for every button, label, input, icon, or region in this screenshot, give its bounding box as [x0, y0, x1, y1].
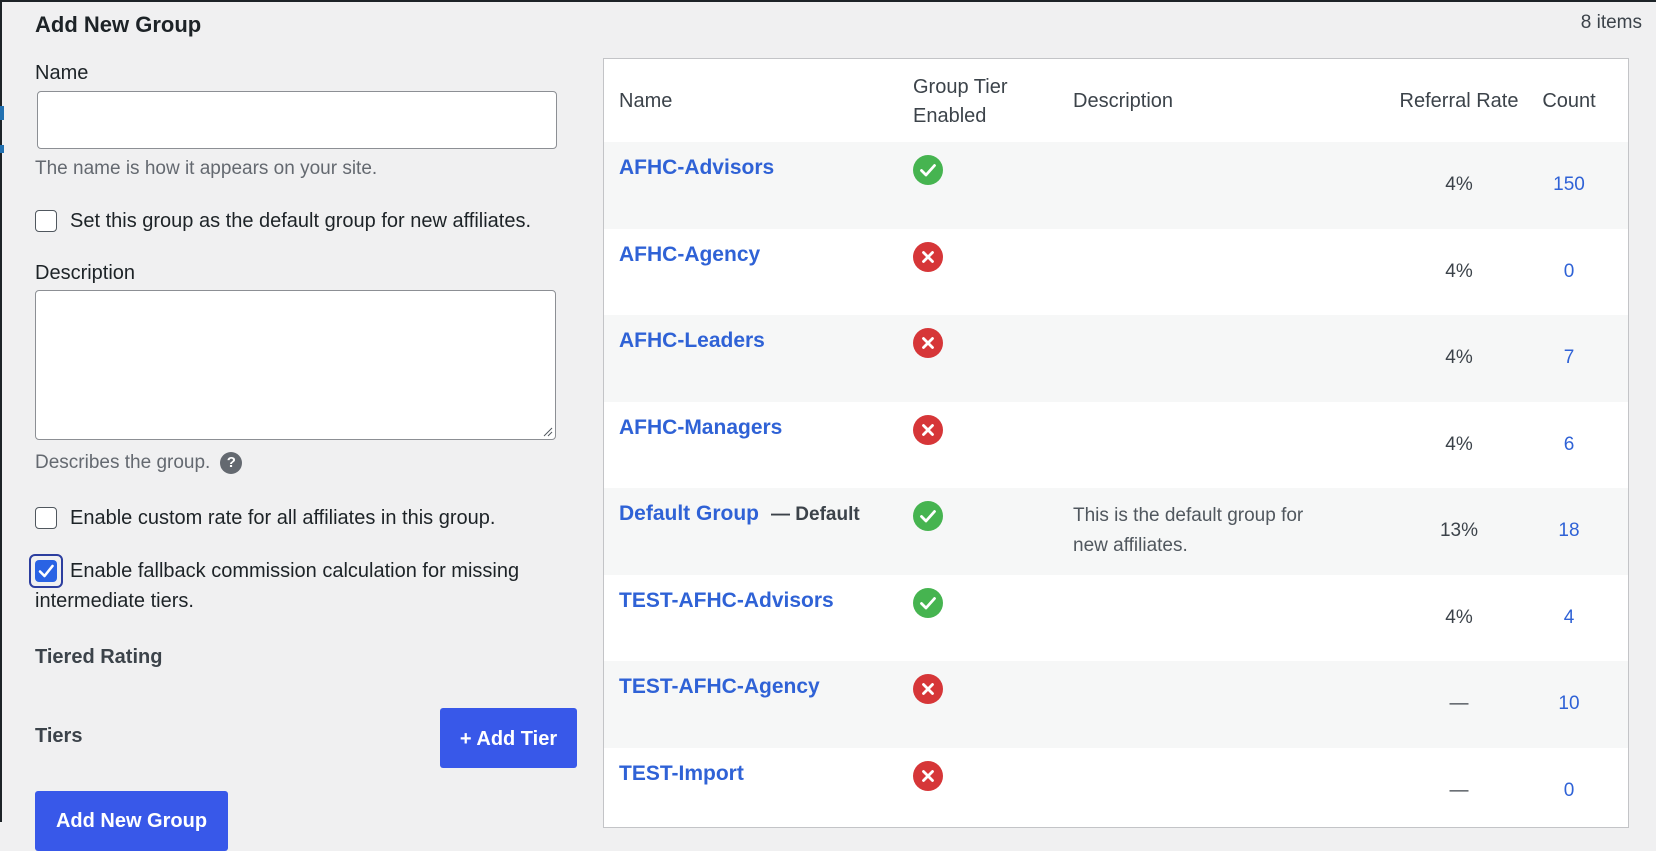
referral-rate: 4%: [1445, 347, 1473, 368]
name-input[interactable]: [37, 91, 557, 149]
custom-rate-option[interactable]: Enable custom rate for all affiliates in…: [35, 503, 495, 533]
table-row: TEST-Import — 0: [604, 748, 1628, 828]
description-textarea[interactable]: [35, 290, 556, 440]
group-name-link: AFHC-Leaders: [619, 329, 765, 353]
tiered-rating-heading: Tiered Rating: [35, 646, 163, 668]
description-help: Describes the group.?: [35, 452, 243, 474]
form-title: Add New Group: [35, 12, 202, 37]
affiliate-count-link[interactable]: 7: [1509, 347, 1628, 369]
items-count: 8 items: [1580, 12, 1642, 33]
group-name-text[interactable]: AFHC-Managers: [619, 416, 782, 439]
group-description: This is the default group for new affili…: [1073, 505, 1304, 556]
edge-marker: [0, 106, 4, 120]
group-name-link: AFHC-Agency: [619, 243, 760, 267]
check-circle-icon: [913, 587, 943, 618]
description-label: Description: [35, 262, 136, 284]
fallback-label: Enable fallback commission calculation f…: [35, 560, 520, 612]
x-circle-icon: [913, 241, 943, 272]
x-circle-icon: [913, 674, 943, 704]
x-circle-icon: [913, 760, 943, 791]
table-row: AFHC-Leaders 4% 7: [604, 315, 1628, 402]
table-row: TEST-AFHC-Advisors 4% 4: [604, 575, 1628, 662]
groups-table: Name Group Tier Enabled Description Refe…: [603, 58, 1629, 828]
referral-rate: 13%: [1439, 520, 1479, 541]
affiliate-count-link[interactable]: 0: [1509, 780, 1628, 802]
tiers-label: Tiers: [35, 725, 83, 747]
referral-rate: 4%: [1445, 606, 1473, 628]
table-row: AFHC-Managers 4% 6: [604, 402, 1628, 489]
add-tier-button[interactable]: + Add Tier: [440, 708, 577, 768]
custom-rate-label: Enable custom rate for all affiliates in…: [70, 507, 496, 529]
table-row: AFHC-Advisors 4% 150: [604, 142, 1628, 229]
column-header-description[interactable]: Description: [1073, 87, 1173, 116]
name-label: Name: [35, 62, 89, 84]
affiliate-count-link[interactable]: 4: [1509, 607, 1628, 629]
default-group-option[interactable]: Set this group as the default group for …: [35, 206, 531, 236]
group-name-text[interactable]: TEST-AFHC-Agency: [619, 675, 820, 698]
name-help-text: The name is how it appears on your site.: [35, 158, 378, 179]
group-name-link: AFHC-Managers: [619, 416, 782, 440]
group-name-link: Default Group — Default: [619, 502, 860, 526]
group-name-text[interactable]: AFHC-Agency: [619, 243, 760, 266]
referral-rate: —: [1449, 779, 1469, 801]
resize-handle-icon[interactable]: [543, 427, 553, 437]
x-circle-icon: [913, 328, 943, 358]
referral-rate: 4%: [1445, 174, 1473, 195]
default-tag: — Default: [771, 504, 860, 525]
column-header-tier-enabled[interactable]: Group Tier Enabled: [913, 73, 1033, 131]
description-help-text: Describes the group.: [35, 452, 211, 474]
column-header-count[interactable]: Count: [1509, 87, 1628, 116]
group-name-link: TEST-AFHC-Agency: [619, 675, 820, 699]
x-circle-icon: [913, 414, 943, 445]
group-name-text[interactable]: TEST-AFHC-Advisors: [619, 589, 834, 612]
affiliate-count-link[interactable]: 10: [1509, 693, 1628, 715]
window-left-edge: [0, 0, 2, 822]
referral-rate: 4%: [1445, 433, 1473, 455]
check-circle-icon: [913, 501, 943, 531]
add-new-group-button[interactable]: Add New Group: [35, 791, 228, 851]
column-header-name[interactable]: Name: [619, 87, 672, 116]
group-name-text[interactable]: AFHC-Leaders: [619, 329, 765, 352]
table-row: TEST-AFHC-Agency — 10: [604, 661, 1628, 748]
table-row: AFHC-Agency 4% 0: [604, 229, 1628, 316]
affiliate-count-link[interactable]: 0: [1509, 261, 1628, 283]
help-icon[interactable]: ?: [220, 452, 243, 474]
referral-rate: —: [1449, 693, 1469, 714]
affiliate-count-link[interactable]: 6: [1509, 434, 1628, 456]
referral-rate: 4%: [1445, 260, 1473, 282]
group-name-text[interactable]: AFHC-Advisors: [619, 156, 774, 179]
affiliate-count-link[interactable]: 18: [1509, 520, 1628, 542]
group-name-link: TEST-AFHC-Advisors: [619, 589, 834, 613]
custom-rate-checkbox[interactable]: [35, 507, 57, 529]
group-name-text[interactable]: Default Group: [619, 502, 759, 525]
affiliate-count-link[interactable]: 150: [1509, 174, 1628, 196]
table-row: Default Group — Default This is the defaul…: [604, 488, 1628, 575]
default-group-checkbox[interactable]: [35, 210, 57, 232]
group-name-link: AFHC-Advisors: [619, 156, 774, 180]
default-group-label: Set this group as the default group for …: [70, 210, 532, 232]
group-name-text[interactable]: TEST-Import: [619, 762, 744, 785]
edge-marker: [0, 145, 4, 153]
check-circle-icon: [913, 155, 943, 185]
table-header: Name Group Tier Enabled Description Refe…: [604, 59, 1628, 143]
group-name-link: TEST-Import: [619, 762, 744, 786]
